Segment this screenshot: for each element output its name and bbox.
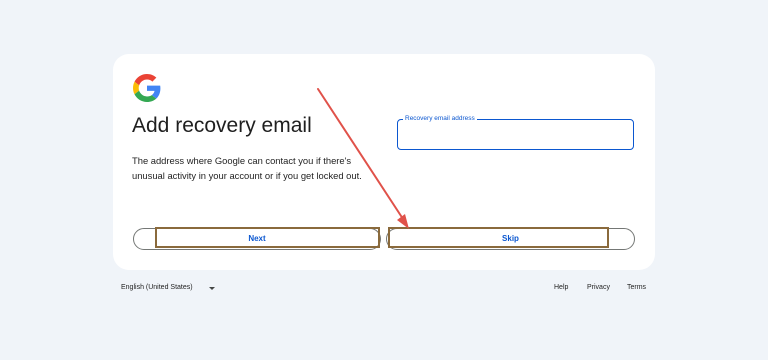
footer-links: Help Privacy Terms (554, 283, 646, 293)
skip-button[interactable]: Skip (386, 228, 635, 250)
page-description: The address where Google can contact you… (132, 155, 362, 181)
chevron-down-icon (208, 286, 215, 290)
language-label: English (United States) (121, 284, 193, 291)
help-link[interactable]: Help (554, 283, 568, 293)
next-button[interactable]: Next (133, 228, 381, 250)
signin-card: Add recovery email The address where Goo… (113, 54, 655, 270)
terms-link[interactable]: Terms (627, 283, 646, 293)
recovery-email-field[interactable]: Recovery email address (397, 114, 634, 150)
page-title: Add recovery email (132, 114, 312, 137)
google-g-icon (133, 74, 161, 102)
language-selector[interactable]: English (United States) (121, 283, 215, 293)
privacy-link[interactable]: Privacy (587, 283, 610, 293)
recovery-email-input[interactable] (398, 120, 633, 149)
